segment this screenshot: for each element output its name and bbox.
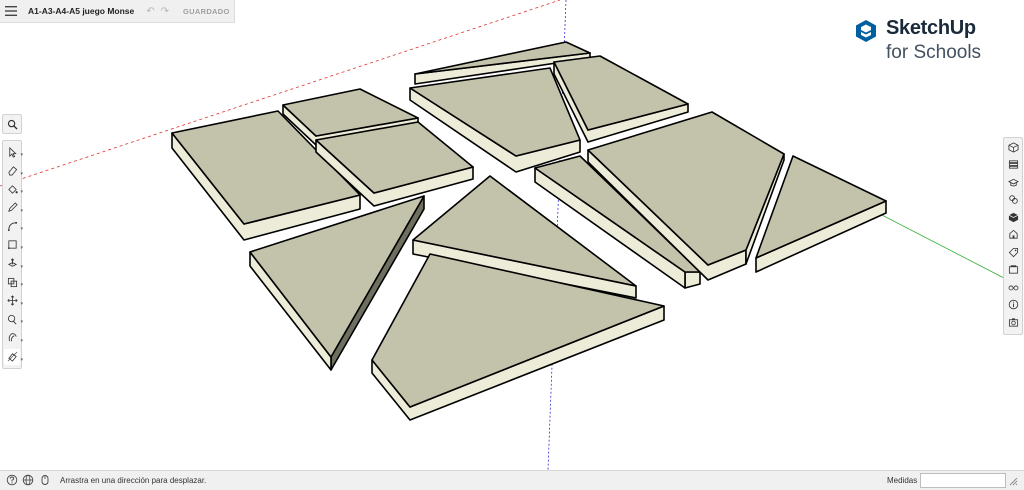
search-toolbar — [2, 114, 22, 134]
pencil-icon[interactable]: ▾ — [4, 200, 23, 216]
arc-icon[interactable]: ▾ — [4, 218, 23, 234]
brand-name: SketchUp — [886, 17, 976, 39]
hamburger-menu-icon[interactable] — [0, 0, 22, 22]
component-icon[interactable] — [1005, 209, 1021, 225]
measurements-input[interactable] — [920, 473, 1006, 488]
globe-icon[interactable] — [22, 474, 34, 486]
offset-icon[interactable]: ▾ — [4, 274, 23, 290]
styles-icon[interactable] — [1005, 227, 1021, 243]
eraser-icon[interactable]: ▾ — [4, 163, 23, 179]
status-bar: Arrastra en una dirección para desplazar… — [0, 470, 1024, 490]
mouse-icon[interactable] — [39, 474, 51, 486]
resize-grip-icon[interactable] — [1006, 474, 1018, 486]
move-icon[interactable]: ▾ — [4, 293, 23, 309]
undo-icon[interactable]: ↶ — [146, 6, 154, 17]
cube-info-icon[interactable] — [1005, 139, 1021, 155]
green-axis — [879, 213, 1005, 279]
tag-icon[interactable] — [1005, 244, 1021, 260]
graduation-cap-icon[interactable] — [1005, 174, 1021, 190]
search-icon[interactable] — [4, 116, 20, 132]
help-icon[interactable] — [6, 474, 18, 486]
section-plane-icon[interactable]: ▾ — [4, 348, 23, 365]
brand-subtitle: for Schools — [886, 42, 982, 63]
rectangle-icon[interactable]: ▾ — [4, 237, 23, 253]
paint-bucket-icon[interactable]: ▾ — [4, 181, 23, 197]
tape-measure-icon[interactable]: ▾ — [4, 311, 23, 327]
left-toolbar: ▾ ▾ ▾ ▾ ▾ ▾ ▾ ▾ ▾ ▾ ▾ ▾ — [2, 140, 23, 369]
select-arrow-icon[interactable]: ▾ — [4, 144, 23, 160]
push-pull-icon[interactable]: ▾ — [4, 256, 23, 272]
title-bar: A1-A3-A4-A5 juego Monse ↶ ↷ GUARDADO — [0, 0, 235, 23]
orbit-icon[interactable]: ▾ — [4, 330, 23, 346]
status-message: Arrastra en una dirección para desplazar… — [60, 476, 207, 485]
sketchup-logo-icon — [856, 20, 876, 42]
model-title[interactable]: A1-A3-A4-A5 juego Monse — [28, 6, 134, 16]
glasses-icon[interactable] — [1005, 279, 1021, 295]
materials-icon[interactable] — [1005, 192, 1021, 208]
camera-icon[interactable] — [1005, 314, 1021, 330]
model-viewport[interactable] — [0, 0, 1024, 471]
info-icon[interactable] — [1005, 297, 1021, 313]
redo-icon[interactable]: ↷ — [161, 6, 169, 17]
scenes-icon[interactable] — [1005, 262, 1021, 278]
brand-logo: SketchUp for Schools — [854, 17, 1014, 69]
save-status: GUARDADO — [183, 6, 230, 16]
measurements-label: Medidas — [887, 476, 918, 485]
layers-icon[interactable] — [1005, 157, 1021, 173]
right-panel-toolbar — [1003, 137, 1023, 335]
